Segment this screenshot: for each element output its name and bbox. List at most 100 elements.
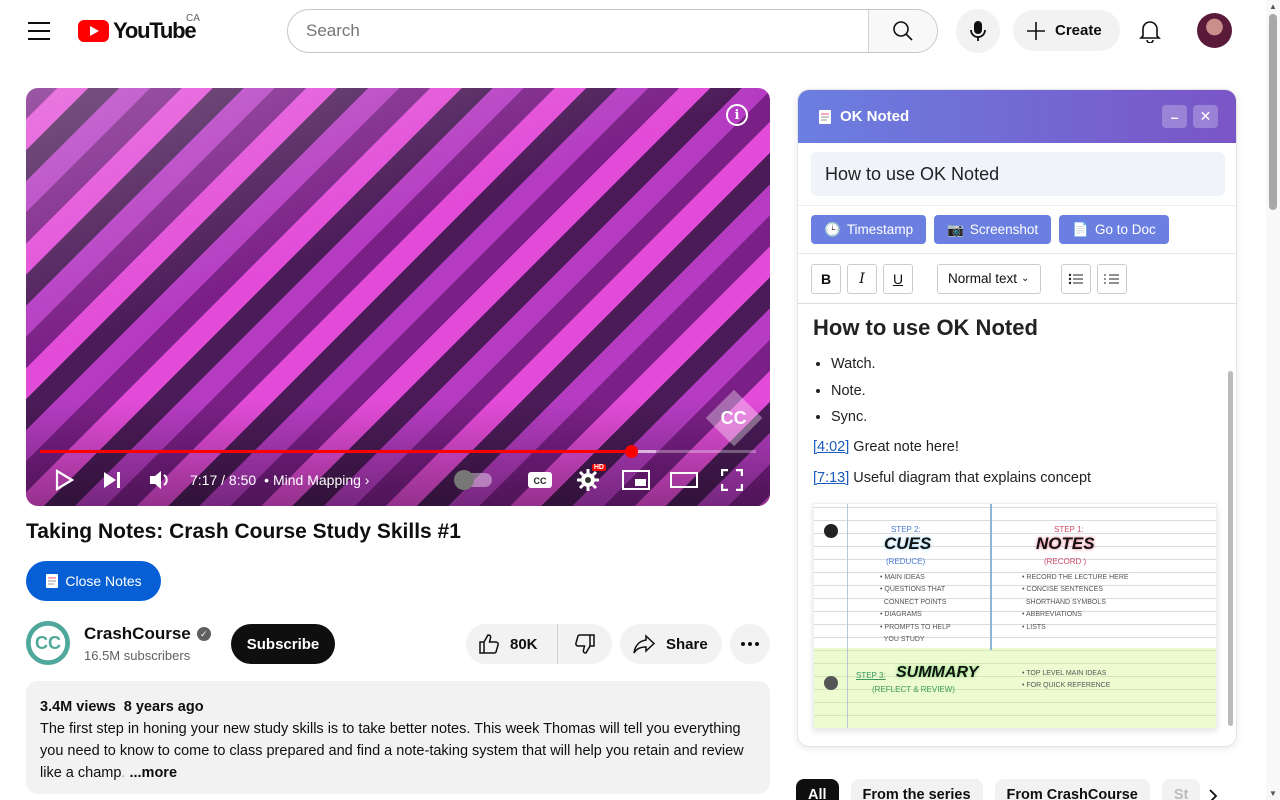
dislike-button[interactable] xyxy=(558,633,612,655)
scroll-thumb[interactable] xyxy=(1269,14,1277,210)
fullscreen-button[interactable] xyxy=(708,460,756,500)
close-notes-label: Close Notes xyxy=(65,573,142,589)
video-player[interactable]: i CC 7:17 / 8:50 • Mind Mapping › CC HD xyxy=(26,88,770,506)
close-notes-button[interactable]: Close Notes xyxy=(26,561,161,601)
page-scrollbar[interactable]: ▲ ▼ xyxy=(1266,0,1280,800)
step1-sub: (RECORD ) xyxy=(1044,556,1087,566)
timestamp-link[interactable]: [4:02] xyxy=(813,439,849,455)
chapter-label: Mind Mapping xyxy=(272,472,361,488)
thumbs-down-icon xyxy=(575,634,595,654)
underline-button[interactable]: U xyxy=(883,263,913,294)
minimize-button[interactable]: – xyxy=(1162,105,1187,128)
top-bar: YouTube CA Create xyxy=(0,0,1266,62)
account-avatar[interactable] xyxy=(1197,13,1232,48)
notes-editor[interactable]: How to use OK Noted Watch. Note. Sync. [… xyxy=(798,303,1228,743)
region-code: CA xyxy=(186,13,200,24)
camera-icon: 📷 xyxy=(947,221,964,237)
theater-mode-button[interactable] xyxy=(660,460,708,500)
chip-partial[interactable]: St xyxy=(1161,779,1201,800)
autoplay-toggle[interactable] xyxy=(454,470,492,490)
bold-button[interactable]: B xyxy=(811,263,841,294)
show-more-link[interactable]: ...more xyxy=(129,765,177,781)
close-icon: ✕ xyxy=(1199,108,1212,124)
youtube-logo[interactable]: YouTube xyxy=(78,18,197,44)
more-horizontal-icon xyxy=(741,642,759,646)
channel-avatar[interactable]: CC xyxy=(26,621,70,665)
voice-search-button[interactable] xyxy=(956,9,1000,53)
video-meta: 3.4M views 8 years ago xyxy=(40,696,756,718)
like-count: 80K xyxy=(510,635,538,653)
upload-age: 8 years ago xyxy=(123,699,204,715)
chevron-right-icon xyxy=(1209,789,1218,800)
volume-button[interactable] xyxy=(136,460,184,500)
bullet-list-button[interactable] xyxy=(1061,263,1091,294)
editor-scrollbar[interactable] xyxy=(1228,371,1233,726)
like-button[interactable]: 80K xyxy=(466,624,558,664)
search-icon xyxy=(893,21,913,41)
chips-next-button[interactable] xyxy=(1199,782,1227,800)
volume-icon xyxy=(150,471,168,489)
chip-all[interactable]: All xyxy=(796,779,839,800)
text-style-select[interactable]: Normal text ⌄ xyxy=(937,263,1041,294)
note-entry: [4:02] Great note here! xyxy=(813,437,1213,457)
cues-items: • MAIN IDEAS • QUESTIONS THAT CONNECT PO… xyxy=(880,573,951,644)
miniplayer-icon xyxy=(622,470,650,490)
microphone-icon xyxy=(970,21,986,41)
summary-items: • TOP LEVEL MAIN IDEAS • FOR QUICK REFER… xyxy=(1022,669,1111,690)
chip-from-crashcourse[interactable]: From CrashCourse xyxy=(994,779,1150,800)
timestamp-button[interactable]: 🕒 Timestamp xyxy=(811,215,927,244)
binder-hole xyxy=(824,675,838,690)
play-button[interactable] xyxy=(40,460,88,500)
description-box[interactable]: 3.4M views 8 years ago The first step in … xyxy=(26,681,770,794)
channel-name-link[interactable]: CrashCourse ✓ xyxy=(84,624,211,644)
notifications-button[interactable] xyxy=(1134,15,1166,47)
channel-name: CrashCourse xyxy=(84,624,191,643)
progress-fill xyxy=(40,450,631,453)
step1-title: NOTES xyxy=(1036,533,1095,553)
chip-from-series[interactable]: From the series xyxy=(850,779,983,800)
description-text: The first step in honing your new study … xyxy=(40,718,756,784)
share-button[interactable]: Share xyxy=(620,624,722,664)
timestamp-label: Timestamp xyxy=(846,222,914,237)
search-input[interactable] xyxy=(288,10,868,52)
video-title: Taking Notes: Crash Course Study Skills … xyxy=(26,520,461,543)
view-count: 3.4M views xyxy=(40,699,116,715)
timestamp-link[interactable]: [7:13] xyxy=(813,470,849,486)
screenshot-button[interactable]: 📷 Screenshot xyxy=(934,215,1052,244)
more-actions-button[interactable] xyxy=(730,624,770,664)
miniplayer-button[interactable] xyxy=(612,460,660,500)
search-button[interactable] xyxy=(868,10,937,52)
screenshot-image[interactable]: STEP 2: CUES (REDUCE) • MAIN IDEAS • QUE… xyxy=(813,502,1217,729)
info-icon[interactable]: i xyxy=(726,104,748,126)
scroll-down-icon[interactable]: ▼ xyxy=(1269,789,1277,798)
text-style-value: Normal text xyxy=(948,271,1018,286)
close-button[interactable]: ✕ xyxy=(1193,105,1218,128)
step3-label: STEP 3: xyxy=(856,670,886,680)
search-bar xyxy=(287,9,938,53)
doc-title-input[interactable] xyxy=(811,152,1225,196)
chapter-title[interactable]: • Mind Mapping › xyxy=(264,472,369,488)
numbered-list-button[interactable] xyxy=(1097,263,1127,294)
step3-sub: (REFLECT & REVIEW) xyxy=(872,684,955,694)
minimize-icon: – xyxy=(1170,108,1179,125)
player-controls-right: CC HD xyxy=(454,460,756,500)
column-divider xyxy=(990,503,992,650)
settings-button[interactable]: HD xyxy=(564,460,612,500)
like-dislike-group: 80K xyxy=(466,624,612,664)
step2-sub: (REDUCE) xyxy=(886,556,926,566)
next-button[interactable] xyxy=(88,460,136,500)
create-label: Create xyxy=(1055,22,1102,39)
watermark-text: CC xyxy=(721,407,747,428)
fullscreen-icon xyxy=(721,469,743,491)
scroll-up-icon[interactable]: ▲ xyxy=(1269,2,1277,11)
progress-bar[interactable] xyxy=(40,445,756,458)
create-button[interactable]: Create xyxy=(1013,10,1120,51)
subtitles-button[interactable]: CC xyxy=(516,460,564,500)
go-to-doc-button[interactable]: 📄 Go to Doc xyxy=(1059,215,1169,244)
thumbs-up-icon xyxy=(479,634,499,654)
italic-button[interactable]: I xyxy=(847,263,877,294)
note-entry: [7:13] Useful diagram that explains conc… xyxy=(813,468,1213,488)
subscribe-button[interactable]: Subscribe xyxy=(231,624,335,664)
note-entry-text: Great note here! xyxy=(849,438,959,455)
menu-icon[interactable] xyxy=(24,18,54,44)
